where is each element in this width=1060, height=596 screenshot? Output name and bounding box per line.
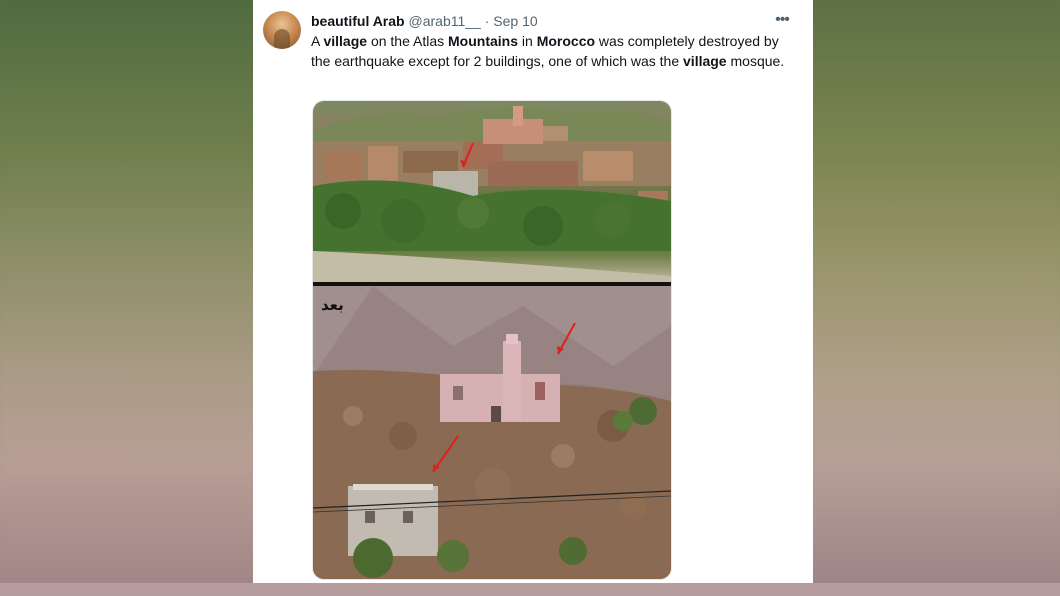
photo-after: بعد xyxy=(313,286,671,579)
tweet-header: beautiful Arab @arab11__ · Sep 10 xyxy=(311,12,538,30)
blurred-background-right xyxy=(813,0,1060,596)
text-part-bold: Morocco xyxy=(536,33,596,49)
blurred-background-left xyxy=(0,0,253,596)
photo-before xyxy=(313,101,671,282)
bottom-strip xyxy=(0,583,1060,596)
village-before-illustration xyxy=(313,106,671,282)
tweet-date[interactable]: Sep 10 xyxy=(493,13,537,29)
author-name[interactable]: beautiful Arab xyxy=(311,13,405,29)
text-part-bold: village xyxy=(323,33,368,49)
header-separator: · xyxy=(484,13,490,29)
village-after-illustration xyxy=(313,286,671,579)
text-part-bold: village xyxy=(683,52,727,69)
author-handle[interactable]: @arab11__ xyxy=(409,13,481,29)
text-part: in xyxy=(518,33,537,49)
text-part: A xyxy=(311,33,324,49)
arabic-caption: بعد xyxy=(321,296,344,314)
text-part: on the Atlas xyxy=(367,33,449,49)
tweet-card: beautiful Arab @arab11__ · Sep 10 ••• A … xyxy=(253,0,813,583)
tweet-media[interactable]: بعد xyxy=(312,100,672,580)
avatar[interactable] xyxy=(263,11,301,49)
text-part: mosque. xyxy=(726,52,785,69)
more-options-icon[interactable]: ••• xyxy=(773,10,791,30)
tweet-text: A village on the Atlas Mountains in Moro… xyxy=(311,32,797,71)
text-part-bold: Mountains xyxy=(448,33,519,49)
